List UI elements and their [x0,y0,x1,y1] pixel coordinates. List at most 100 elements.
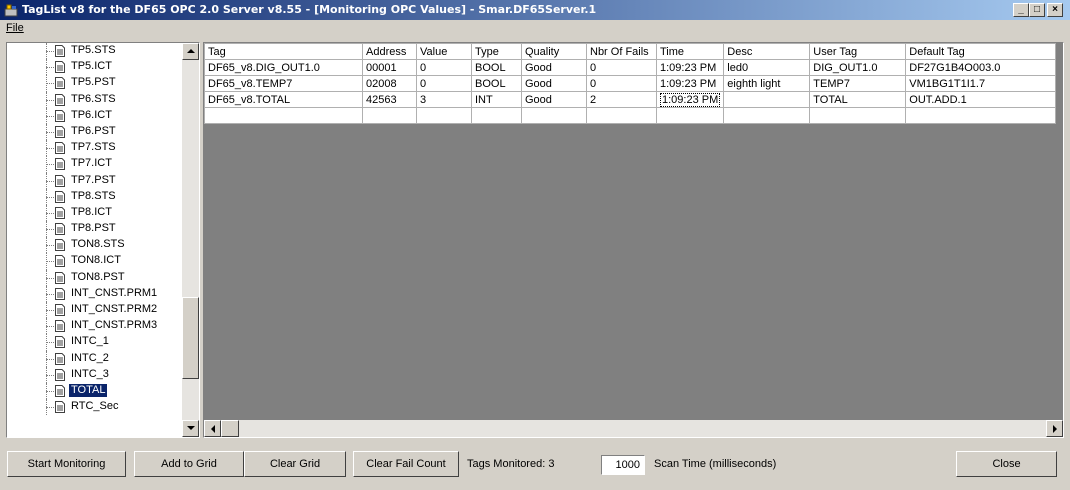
tree-item[interactable]: TP6.PST [7,123,181,141]
tree-item[interactable]: INTC_3 [7,366,181,383]
table-cell[interactable]: DF27G1B4O003.0 [905,59,1057,76]
scroll-down-button[interactable] [182,420,199,437]
scan-time-input[interactable]: 1000 [601,455,645,475]
table-cell[interactable] [521,107,587,124]
table-cell[interactable]: DF65_v8.DIG_OUT1.0 [204,59,363,76]
table-cell[interactable]: 0 [416,59,472,76]
table-cell[interactable]: 1:09:23 PM [655,59,725,76]
table-cell[interactable] [204,107,363,124]
column-header[interactable]: Tag [204,43,363,60]
table-cell[interactable]: Good [521,59,587,76]
table-cell[interactable]: 42563 [362,91,417,108]
table-cell[interactable]: DF65_v8.TEMP7 [204,75,363,92]
tree-item[interactable]: TP6.STS [7,91,181,108]
table-cell[interactable]: 1:09:23 PM [655,75,725,92]
column-header[interactable]: Nbr Of Fails [586,43,657,60]
table-row[interactable]: DF65_v8.TEMP7 02008 0 BOOL Good 0 1:09:23 PM ei… [204,75,1057,92]
tree-item[interactable]: TP8.STS [7,188,181,205]
table-cell[interactable] [809,107,907,124]
table-cell[interactable]: led0 [723,59,811,76]
tree-item[interactable]: TP6.ICT [7,107,181,124]
table-cell[interactable]: eighth light [723,75,811,92]
scroll-up-button[interactable] [182,43,199,60]
table-cell[interactable] [586,107,657,124]
column-header[interactable]: Type [471,43,522,60]
column-header[interactable]: Time [655,43,725,60]
table-cell[interactable]: 0 [586,75,657,92]
tree-item[interactable]: TP5.ICT [7,59,181,76]
tree-item[interactable]: TP5.STS [7,43,181,60]
tree-item-label: INTC_3 [71,367,109,380]
maximize-button[interactable]: □ [1029,3,1045,17]
tag-tree[interactable]: TP5.STS TP5.ICT TP5.PST TP6.STS TP6.ICT TP6.P… [6,42,200,438]
table-cell[interactable]: 1:09:23 PM [655,91,725,108]
tree-item[interactable]: TON8.PST [7,269,181,286]
app-icon[interactable] [4,3,18,17]
tree-item[interactable]: TP8.PST [7,221,181,238]
tree-item[interactable]: TP7.ICT [7,156,181,173]
table-cell[interactable]: 2 [586,91,657,108]
table-cell[interactable]: BOOL [471,59,522,76]
table-cell[interactable] [723,107,811,124]
table-row[interactable]: DF65_v8.TOTAL 42563 3 INT Good 2 1:09:23 PM TOT… [204,91,1057,108]
table-cell[interactable] [723,91,811,108]
table-cell[interactable]: OUT.ADD.1 [905,91,1057,108]
tree-item[interactable]: INT_CNST.PRM3 [7,318,181,335]
start-monitoring-button[interactable]: Start Monitoring [7,451,126,477]
table-cell[interactable]: TOTAL [809,91,907,108]
column-header[interactable]: Default Tag [905,43,1057,60]
clear-grid-button[interactable]: Clear Grid [244,451,346,477]
tree-item[interactable]: TP8.ICT [7,204,181,222]
tree-item[interactable]: TON8.STS [7,237,181,254]
tree-item[interactable]: TON8.ICT [7,253,181,270]
table-cell[interactable]: 0 [416,75,472,92]
table-cell[interactable]: 3 [416,91,472,108]
table-cell[interactable]: Good [521,75,587,92]
tree-item[interactable]: TP5.PST [7,75,181,92]
grid-scroll-thumb[interactable] [221,420,239,437]
close-window-button[interactable]: × [1047,3,1063,17]
monitoring-grid[interactable]: Tag Address Value Type Quality Nbr Of Fails Ti… [203,42,1064,438]
column-header[interactable]: User Tag [809,43,907,60]
tree-list: TP5.STS TP5.ICT TP5.PST TP6.STS TP6.ICT TP6.P… [7,43,181,416]
tree-item[interactable]: TP7.STS [7,140,181,157]
table-cell[interactable]: 00001 [362,59,417,76]
table-cell[interactable] [416,107,472,124]
menu-file[interactable]: File [6,22,24,34]
table-row[interactable]: DF65_v8.DIG_OUT1.0 00001 0 BOOL Good 0 1:09:23… [204,59,1057,76]
column-header[interactable]: Desc [723,43,811,60]
tree-item[interactable]: INTC_1 [7,334,181,351]
tree-item[interactable]: INT_CNST.PRM2 [7,302,181,319]
tree-item[interactable]: INT_CNST.PRM1 [7,285,181,302]
tree-item[interactable]: INTC_2 [7,350,181,367]
tree-item[interactable]: TP7.PST [7,172,181,189]
column-header[interactable]: Address [362,43,417,60]
table-cell[interactable]: TEMP7 [809,75,907,92]
table-cell[interactable]: INT [471,91,522,108]
add-to-grid-button[interactable]: Add to Grid [134,451,244,477]
tree-vertical-scrollbar[interactable] [182,43,199,437]
table-cell[interactable]: VM1BG1T1I1.7 [905,75,1057,92]
table-cell[interactable]: DF65_v8.TOTAL [204,91,363,108]
tree-scroll-thumb[interactable] [182,297,199,379]
table-cell[interactable] [362,107,417,124]
close-button[interactable]: Close [956,451,1057,477]
scroll-right-button[interactable] [1046,420,1063,437]
table-cell[interactable] [905,107,1057,124]
grid-horizontal-scrollbar[interactable] [204,420,1063,437]
minimize-button[interactable]: _ [1013,3,1029,17]
column-header[interactable]: Quality [521,43,587,60]
table-cell[interactable]: BOOL [471,75,522,92]
table-cell[interactable]: 0 [586,59,657,76]
tree-item[interactable]: TOTAL [7,382,181,400]
table-cell[interactable]: DIG_OUT1.0 [809,59,907,76]
table-row[interactable] [204,107,1057,124]
table-cell[interactable]: 02008 [362,75,417,92]
table-cell[interactable] [471,107,522,124]
column-header[interactable]: Value [416,43,472,60]
table-cell[interactable] [655,107,725,124]
table-cell[interactable]: Good [521,91,587,108]
clear-fail-count-button[interactable]: Clear Fail Count [353,451,459,477]
scroll-left-button[interactable] [204,420,221,437]
tree-item[interactable]: RTC_Sec [7,399,181,416]
